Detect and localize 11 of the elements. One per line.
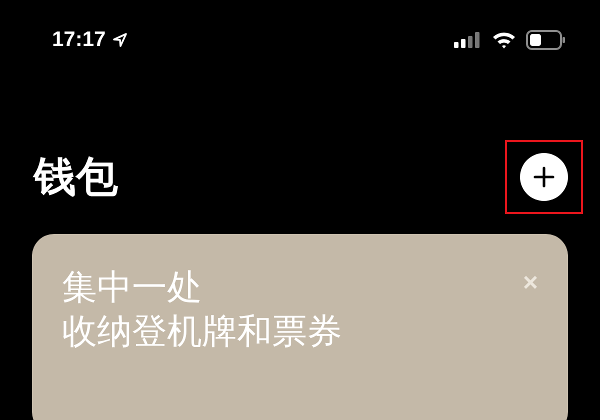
page-title: 钱包 <box>34 156 118 198</box>
add-button[interactable] <box>520 153 568 201</box>
plus-icon <box>533 166 555 188</box>
close-button[interactable]: × <box>518 266 542 298</box>
card-text: 收纳登机牌和票券 <box>62 311 342 354</box>
status-time: 17:17 <box>52 28 106 52</box>
location-arrow-icon <box>112 32 128 48</box>
battery-icon <box>526 30 566 50</box>
signal-icon <box>454 32 482 48</box>
wifi-icon <box>492 31 516 49</box>
card-text: 集中一处 <box>62 267 203 310</box>
